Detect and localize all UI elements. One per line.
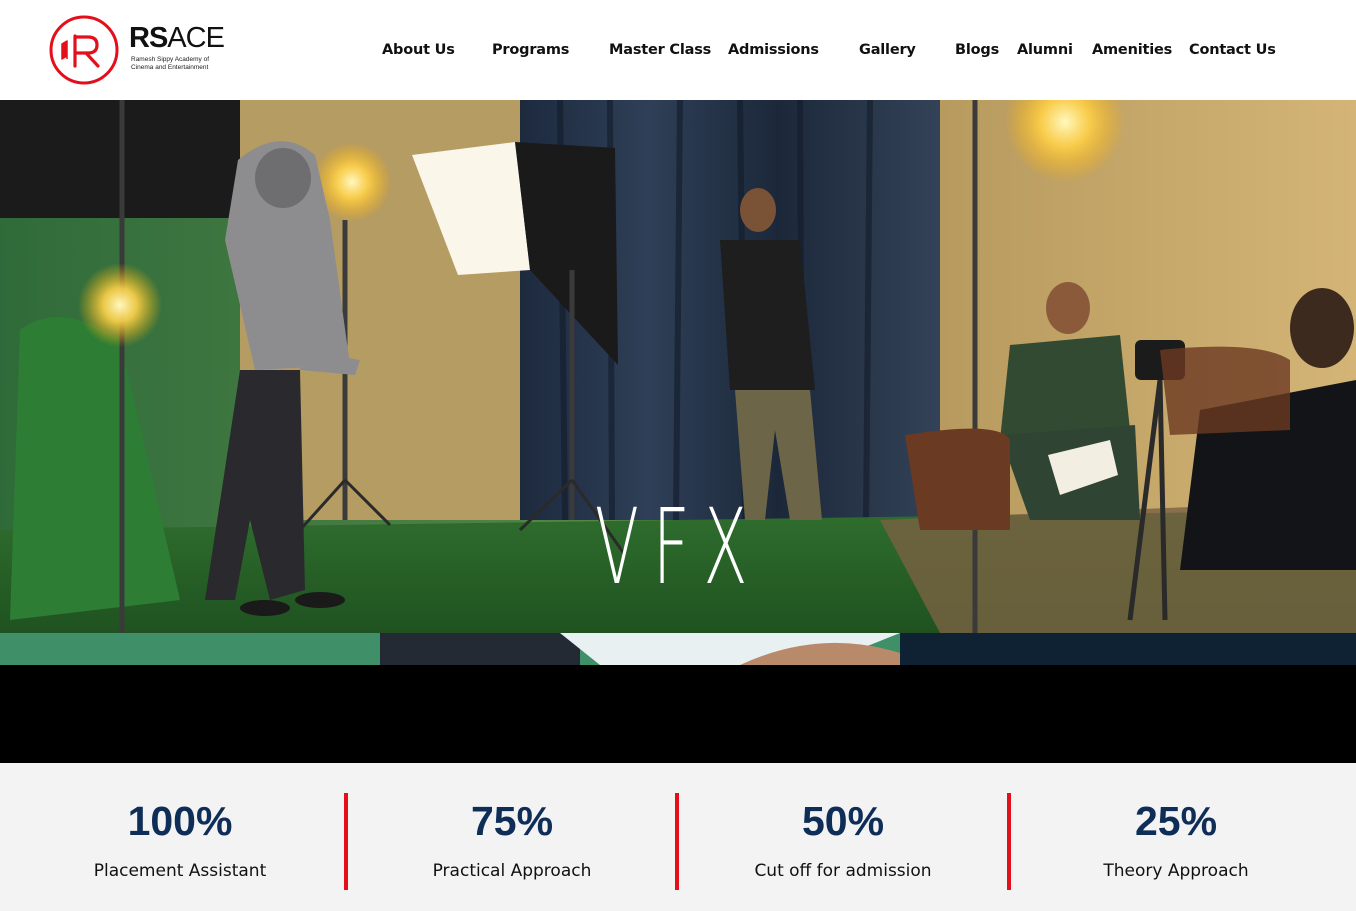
nav-master-class[interactable]: Master Class: [609, 38, 711, 62]
nav-about-us[interactable]: About Us: [382, 38, 455, 62]
stat-value: 75%: [470, 798, 554, 844]
stats-section: 100% Placement Assistant 75% Practical A…: [0, 763, 1356, 911]
logo-link[interactable]: RSACE Ramesh Sippy Academy of Cinema and…: [48, 14, 238, 86]
rsace-logo-icon: [49, 15, 119, 85]
stat-label: Practical Approach: [432, 861, 592, 881]
stat-placement: 100% Placement Assistant: [15, 763, 345, 911]
brand-wordmark: RSACE: [129, 22, 225, 54]
hero-transition-frame: [0, 633, 1356, 665]
nav-contact-us[interactable]: Contact Us: [1189, 38, 1276, 62]
stat-label: Placement Assistant: [93, 861, 267, 881]
stat-value: 50%: [801, 798, 885, 844]
nav-gallery[interactable]: Gallery: [859, 38, 916, 62]
hero-title: VFX: [594, 486, 762, 608]
brand-tagline-line2: Cinema and Entertainment: [131, 64, 209, 71]
brand-tagline-line1: Ramesh Sippy Academy of: [131, 56, 210, 63]
nav-admissions[interactable]: Admissions: [728, 38, 819, 62]
brand-tagline: Ramesh Sippy Academy of Cinema and Enter…: [131, 56, 231, 72]
stat-label: Theory Approach: [1103, 861, 1249, 881]
nav-blogs[interactable]: Blogs: [955, 38, 999, 62]
stat-cutoff: 50% Cut off for admission: [678, 763, 1008, 911]
stat-theory: 25% Theory Approach: [1011, 763, 1341, 911]
stat-value: 25%: [1134, 798, 1218, 844]
nav-alumni[interactable]: Alumni: [1017, 38, 1073, 62]
stat-value: 100%: [127, 798, 233, 844]
stat-practical: 75% Practical Approach: [347, 763, 677, 911]
site-header: RSACE Ramesh Sippy Academy of Cinema and…: [0, 0, 1356, 100]
transition-frame-image: [0, 633, 1356, 665]
stat-label: Cut off for admission: [754, 861, 932, 881]
video-letterbox-band: [0, 665, 1356, 763]
nav-programs[interactable]: Programs: [492, 38, 569, 62]
hero-video[interactable]: VFX: [0, 100, 1356, 633]
nav-amenities[interactable]: Amenities: [1092, 38, 1172, 62]
